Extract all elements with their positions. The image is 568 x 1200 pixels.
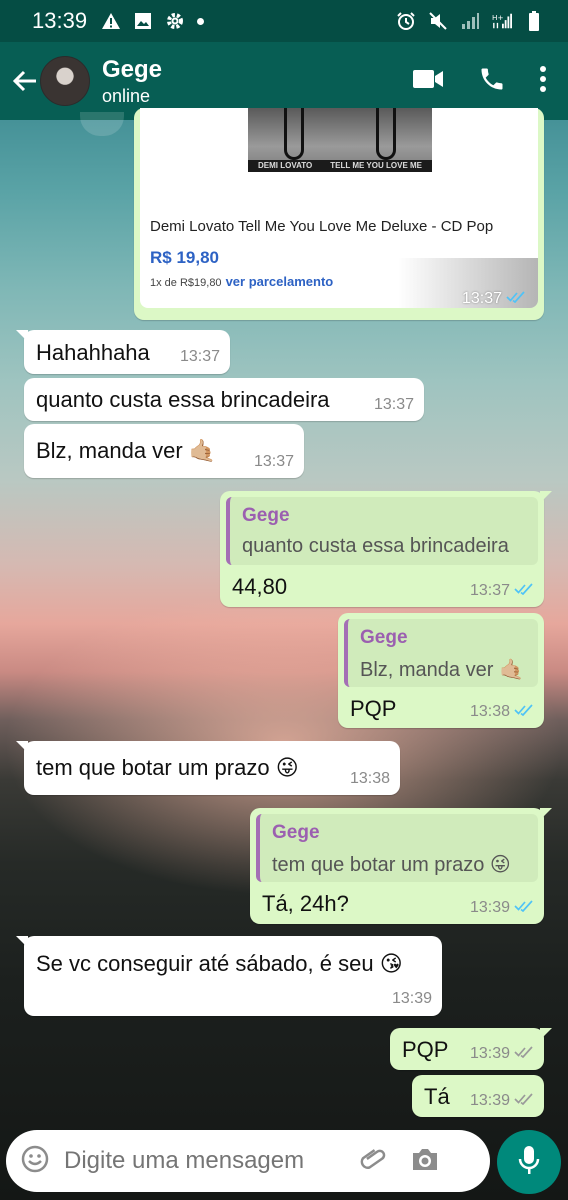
quoted-message[interactable]: Gege quanto custa essa brincadeira	[226, 497, 538, 565]
message-meta: 13:39	[470, 1045, 534, 1063]
image-caption-right: TELL ME YOU LOVE ME	[330, 161, 422, 170]
read-ticks-icon	[514, 899, 534, 917]
message-time: 13:39	[469, 1092, 510, 1109]
status-bar: 13:39 H+	[0, 0, 568, 42]
quoted-sender: Gege	[242, 505, 290, 526]
link-price: R$ 19,80	[150, 248, 219, 267]
alarm-icon	[396, 11, 416, 31]
message-meta: 13:39	[470, 1092, 534, 1110]
hplus-signal-icon: H+	[492, 11, 512, 31]
call-me-emoji: 🤙🏼	[188, 438, 217, 463]
svg-text:H+: H+	[492, 13, 504, 22]
outgoing-message[interactable]: Gege quanto custa essa brincadeira 44,80…	[220, 491, 552, 607]
incoming-message[interactable]: Se vc conseguir até sábado, é seu 😘 13:3…	[16, 936, 442, 1016]
image-caption-left: DEMI LOVATO	[258, 161, 313, 170]
dot-icon	[197, 17, 205, 25]
warning-icon	[101, 11, 121, 31]
message-text-body: Se vc conseguir até sábado, é seu	[36, 951, 374, 976]
message-input-bar	[6, 1130, 490, 1192]
message-text: Blz, manda ver 🤙🏼	[36, 438, 216, 464]
message-text: Tá	[424, 1084, 450, 1109]
outgoing-message[interactable]: Gege Blz, manda ver 🤙🏼 PQP 13:38	[338, 613, 544, 728]
contact-info[interactable]: Gege online	[102, 56, 162, 107]
emoji-icon[interactable]	[20, 1144, 50, 1179]
quoted-text: Blz, manda ver 🤙🏼	[360, 659, 524, 681]
outgoing-message[interactable]: PQP 13:39	[390, 1028, 552, 1070]
message-meta: 13:37	[462, 290, 526, 308]
scroll-to-bottom-button[interactable]	[80, 112, 124, 136]
message-meta: 13:39	[470, 899, 534, 917]
message-meta: 13:37	[470, 582, 534, 600]
link-title: Demi Lovato Tell Me You Love Me Deluxe -…	[150, 218, 494, 235]
delivered-ticks-icon	[514, 1045, 534, 1063]
more-icon[interactable]	[540, 65, 546, 97]
incoming-message[interactable]: Blz, manda ver 🤙🏼 13:37	[24, 424, 304, 478]
quoted-message[interactable]: Gege tem que botar um prazo 😜	[256, 814, 538, 882]
message-meta: 13:38	[470, 703, 534, 721]
image-detail	[376, 108, 396, 160]
message-input[interactable]	[64, 1147, 354, 1175]
image-detail	[284, 108, 304, 160]
mic-button[interactable]	[497, 1130, 561, 1194]
message-text: PQP	[402, 1037, 449, 1062]
message-time: 13:39	[469, 899, 510, 916]
message-time: 13:37	[253, 453, 294, 470]
incoming-message[interactable]: quanto custa essa brincadeira 13:37	[24, 378, 424, 421]
outgoing-message[interactable]: Gege tem que botar um prazo 😜 Tá, 24h? 1…	[250, 808, 552, 924]
quoted-text: quanto custa essa brincadeira	[242, 535, 509, 557]
message-time: 13:37	[469, 582, 510, 599]
message-text: Se vc conseguir até sábado, é seu 😘	[36, 951, 403, 977]
contact-name: Gege	[102, 55, 163, 83]
message-time: 13:39	[391, 990, 432, 1007]
image-icon	[133, 11, 153, 31]
read-ticks-icon	[514, 582, 534, 600]
settings-icon	[165, 11, 185, 31]
back-arrow-icon[interactable]	[8, 64, 42, 98]
phone-icon[interactable]	[478, 65, 506, 98]
message-time: 13:37	[179, 348, 220, 365]
message-text: Tá, 24h?	[262, 891, 349, 916]
album-cover-image: DEMI LOVATO TELL ME YOU LOVE ME	[248, 108, 432, 172]
image-caption-band: DEMI LOVATO TELL ME YOU LOVE ME	[248, 160, 432, 172]
incoming-message[interactable]: Hahahhaha 13:37	[16, 330, 230, 374]
quoted-message[interactable]: Gege Blz, manda ver 🤙🏼	[344, 619, 538, 687]
read-ticks-icon	[514, 703, 534, 721]
kiss-emoji: 😘	[379, 951, 403, 976]
message-time: 13:38	[469, 703, 510, 720]
quoted-text: tem que botar um prazo 😜	[272, 854, 511, 876]
incoming-message[interactable]: tem que botar um prazo 😜 13:38	[16, 741, 400, 795]
quoted-sender: Gege	[272, 822, 320, 843]
battery-icon	[524, 11, 544, 31]
message-time: 13:37	[461, 290, 502, 307]
contact-status: online	[102, 85, 151, 106]
installments-text: 1x de R$19,80	[150, 277, 222, 289]
message-time: 13:37	[373, 396, 414, 413]
camera-icon[interactable]	[410, 1145, 440, 1178]
delivered-ticks-icon	[514, 1092, 534, 1110]
link-preview-message[interactable]: DEMI LOVATO TELL ME YOU LOVE ME Demi Lov…	[134, 108, 544, 320]
video-call-icon[interactable]	[412, 68, 444, 95]
wink-tongue-emoji: 😜	[275, 755, 299, 780]
installments-link[interactable]: ver parcelamento	[226, 274, 334, 289]
message-text-body: Blz, manda ver	[36, 438, 183, 463]
message-text: tem que botar um prazo 😜	[36, 755, 299, 781]
message-text-body: tem que botar um prazo	[36, 755, 270, 780]
link-installments: 1x de R$19,80 ver parcelamento	[150, 274, 333, 289]
message-text: 44,80	[232, 574, 288, 599]
mute-icon	[428, 11, 448, 31]
message-time: 13:39	[469, 1045, 510, 1062]
signal-icon	[460, 11, 480, 31]
status-time: 13:39	[32, 8, 88, 33]
message-text: quanto custa essa brincadeira	[36, 387, 330, 412]
avatar[interactable]	[40, 56, 90, 106]
read-ticks-icon	[506, 290, 526, 308]
message-time: 13:38	[349, 770, 390, 787]
outgoing-message[interactable]: Tá 13:39	[412, 1075, 544, 1117]
attach-icon[interactable]	[358, 1144, 388, 1179]
quoted-sender: Gege	[360, 627, 408, 648]
message-text: PQP	[350, 696, 397, 721]
mic-icon	[518, 1145, 540, 1180]
message-text: Hahahhaha	[36, 340, 150, 365]
link-preview-card[interactable]: DEMI LOVATO TELL ME YOU LOVE ME Demi Lov…	[140, 108, 538, 308]
